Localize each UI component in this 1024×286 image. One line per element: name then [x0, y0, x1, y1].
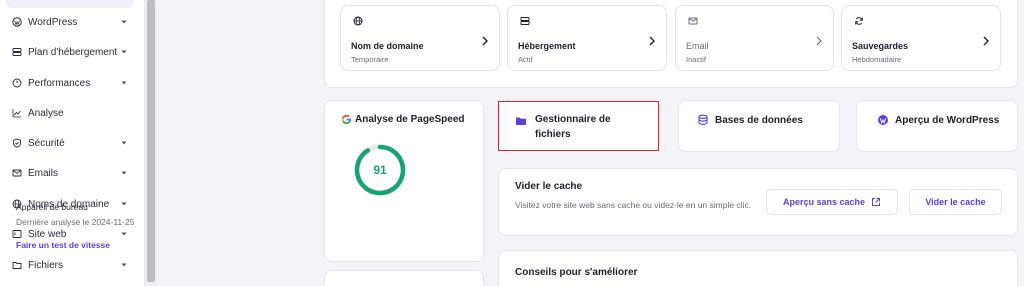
- window-icon: [10, 227, 24, 241]
- backups-card[interactable]: Sauvegardes Hebdomadaire: [841, 5, 1001, 71]
- domain-name-card[interactable]: Nom de domaine Temporaire: [340, 5, 500, 71]
- sidebar-item-label: Plan d'hébergement: [28, 46, 118, 58]
- google-icon: [341, 114, 352, 125]
- chevron-down-icon: [121, 50, 127, 54]
- sidebar-item-label: Emails: [28, 167, 59, 179]
- refresh-icon: [855, 17, 863, 25]
- sidebar-item-security[interactable]: Sécurité: [10, 133, 130, 153]
- sidebar-item-label: Performances: [28, 77, 91, 89]
- chevron-down-icon: [121, 81, 127, 85]
- sidebar-item-performances[interactable]: Performances: [10, 73, 130, 93]
- file-manager-card[interactable]: Gestionnaire de fichiers: [498, 101, 659, 151]
- sidebar-item-label: Sécurité: [28, 137, 65, 149]
- wordpress-overview-card[interactable]: Aperçu de WordPress: [856, 100, 1018, 152]
- email-card[interactable]: Email Inactif: [675, 5, 834, 71]
- card-status: Inactif: [686, 55, 707, 64]
- external-link-icon: [872, 198, 881, 206]
- database-icon: [698, 114, 708, 125]
- sidebar-item-label: Fichiers: [28, 259, 64, 271]
- sidebar-scrollbar-thumb[interactable]: [147, 0, 155, 282]
- site-overview-panel: Nom de domaine Temporaire Hébergement Ac…: [324, 0, 1018, 88]
- shield-icon: [10, 136, 24, 150]
- clear-cache-button[interactable]: Vider le cache: [909, 189, 1002, 215]
- server-icon: [520, 17, 530, 25]
- wordpress-icon: [878, 115, 888, 125]
- card-title: Nom de domaine: [351, 41, 424, 51]
- sidebar-item-analytics[interactable]: Analyse: [10, 103, 130, 123]
- server-icon: [10, 45, 24, 59]
- clear-cache-description: Visitez votre site web sans cache ou vid…: [515, 200, 752, 210]
- pagespeed-title: Analyse de PageSpeed: [341, 114, 465, 125]
- chevron-down-icon: [121, 20, 127, 24]
- preview-without-cache-button[interactable]: Aperçu sans cache: [766, 189, 898, 215]
- sidebar-item-wordpress[interactable]: WordPress: [10, 12, 130, 32]
- card-title: Hébergement: [518, 41, 576, 51]
- card-title: Sauvegardes: [852, 41, 909, 51]
- pagespeed-score: 91: [373, 163, 387, 177]
- databases-card[interactable]: Bases de données: [678, 100, 840, 152]
- clear-cache-title: Vider le cache: [515, 181, 583, 192]
- chevron-down-icon: [121, 202, 127, 206]
- chevron-down-icon: [121, 141, 127, 145]
- sidebar-item-label: Site web: [28, 228, 67, 240]
- mail-icon: [10, 166, 24, 180]
- sidebar-item-files[interactable]: Fichiers: [10, 255, 130, 275]
- improvement-tips-title: Conseils pour s'améliorer: [515, 267, 638, 278]
- pagespeed-device: Appareil de bureau: [16, 202, 88, 212]
- mail-icon: [688, 17, 698, 25]
- run-speed-test-link[interactable]: Faire un test de vitesse: [16, 240, 110, 250]
- card-status: Temporaire: [351, 55, 389, 64]
- chevron-right-icon: [983, 36, 989, 46]
- wordpress-overview-label: Aperçu de WordPress: [895, 115, 1000, 126]
- sidebar-item-label: Analyse: [28, 107, 64, 119]
- chevron-down-icon: [121, 171, 127, 175]
- databases-label: Bases de données: [715, 115, 803, 126]
- chart-line-icon: [10, 106, 24, 120]
- card-status: Hebdomadaire: [852, 55, 902, 64]
- globe-icon: [353, 16, 363, 26]
- card-status: Actif: [518, 55, 533, 64]
- chevron-right-icon: [482, 36, 488, 46]
- clear-cache-card: Vider le cache Visitez votre site web sa…: [498, 168, 1018, 236]
- hosting-card[interactable]: Hébergement Actif: [507, 5, 667, 71]
- chevron-down-icon: [121, 263, 127, 267]
- sidebar-item-label: WordPress: [28, 16, 78, 28]
- sidebar-active-item[interactable]: [6, 0, 134, 8]
- gauge-icon: [10, 76, 24, 90]
- chevron-right-icon: [816, 36, 822, 46]
- wordpress-icon: [10, 15, 24, 29]
- pagespeed-last-analysis: Dernière analyse le 2024-11-25: [16, 217, 135, 227]
- file-manager-label: Gestionnaire de fichiers: [535, 114, 611, 140]
- pagespeed-card: Analyse de PageSpeed 91: [324, 100, 484, 262]
- improvement-tips-card: Conseils pour s'améliorer: [498, 250, 1018, 286]
- sidebar-item-hosting-plan[interactable]: Plan d'hébergement: [10, 42, 130, 62]
- folder-icon: [516, 117, 526, 125]
- chevron-down-icon: [121, 232, 127, 236]
- folder-icon: [10, 258, 24, 272]
- card-title: Email: [686, 41, 709, 51]
- chevron-right-icon: [649, 36, 655, 46]
- sidebar-item-emails[interactable]: Emails: [10, 163, 130, 183]
- next-card-top-edge: [324, 270, 484, 286]
